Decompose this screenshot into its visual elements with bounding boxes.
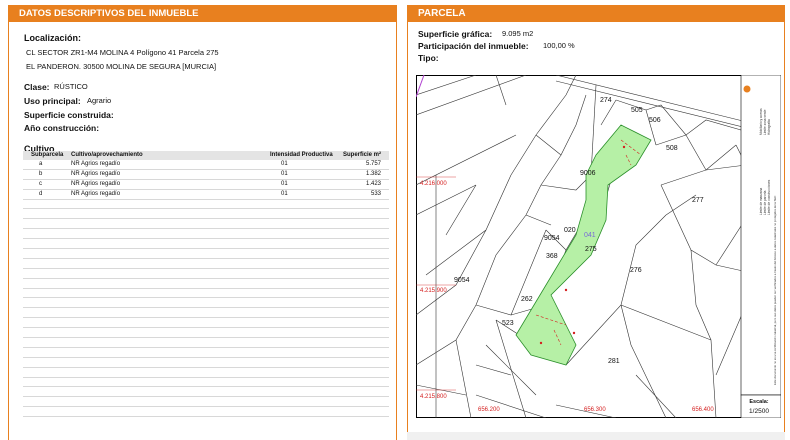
clase-value: RÚSTICO	[54, 82, 88, 91]
coord-x-label: 656.400	[692, 407, 714, 413]
escala-value: 1/2500	[749, 408, 769, 415]
empty-table-row	[23, 279, 389, 289]
escala-label: Escala:	[749, 399, 768, 405]
parcel-number: 275	[585, 246, 597, 253]
cell-intensidad: 01	[281, 190, 288, 197]
cell-cultivo: NR Agrios regadío	[71, 170, 121, 177]
parcel-number: 505	[631, 107, 643, 114]
empty-rows	[23, 200, 389, 418]
empty-table-row	[23, 308, 389, 319]
superficie-grafica-value: 9.095 m2	[502, 29, 534, 38]
table-row: c NR Agrios regadío 01 1.423	[23, 180, 389, 190]
coord-x-label: 656.300	[584, 407, 606, 413]
col-header-cultivo: Cultivo/aprovechamiento	[71, 152, 143, 158]
coord-x-label: 656.200	[478, 407, 500, 413]
descriptive-data-header: DATOS DESCRIPTIVOS DEL INMUEBLE	[9, 5, 396, 22]
parcel-number: 9006	[580, 170, 596, 177]
cell-subparcela: a	[39, 161, 43, 167]
cell-superficie: 533	[370, 190, 381, 197]
uso-principal-label: Uso principal:	[24, 96, 81, 106]
cell-cultivo: NR Agrios regadío	[71, 180, 121, 187]
empty-table-row	[23, 358, 389, 368]
empty-table-row	[23, 348, 389, 358]
cell-intensidad: 01	[281, 180, 288, 187]
empty-table-row	[23, 368, 389, 378]
participacion-value: 100,00 %	[543, 41, 575, 50]
parcel-number: 274	[600, 97, 612, 104]
cell-subparcela: d	[39, 190, 43, 197]
cell-subparcela: c	[39, 180, 42, 187]
empty-table-row	[23, 407, 389, 418]
empty-table-row	[23, 289, 389, 299]
uso-principal-value: Agrario	[87, 96, 112, 105]
cultivo-table-header: Subparcela Cultivo/aprovechamiento Inten…	[23, 151, 389, 160]
parcel-number: 523	[502, 320, 514, 327]
superficie-grafica-label: Superficie gráfica:	[418, 29, 493, 39]
cell-superficie: 1.382	[365, 170, 381, 177]
parcel-number: 508	[666, 145, 678, 152]
empty-table-row	[23, 338, 389, 348]
parcel-number: 506	[649, 117, 661, 124]
coord-y-label: 4.215.900	[420, 288, 447, 294]
empty-table-row	[23, 397, 389, 408]
parcel-number: 281	[608, 358, 620, 365]
empty-table-row	[23, 209, 389, 220]
cell-cultivo: NR Agrios regadío	[71, 161, 121, 167]
table-row: a NR Agrios regadío 01 5.757	[23, 160, 389, 170]
empty-table-row	[23, 200, 389, 210]
empty-table-row	[23, 219, 389, 230]
bottom-band	[407, 432, 785, 440]
cadastral-map: 274 505 506 508 9006 277 020 041 9054 27…	[416, 75, 781, 418]
cultivo-table: Subparcela Cultivo/aprovechamiento Inten…	[23, 151, 389, 418]
map-frame	[416, 75, 781, 418]
parcela-header: PARCELA	[408, 5, 784, 22]
empty-table-row	[23, 239, 389, 250]
legend-note: Este documento no es una certificación c…	[773, 196, 777, 385]
ano-construccion-label: Año construcción:	[24, 123, 100, 133]
address-line-2: EL PANDERON. 30500 MOLINA DE SEGURA [MUR…	[26, 62, 217, 71]
parcel-number: 277	[692, 197, 704, 204]
empty-table-row	[23, 387, 389, 398]
empty-table-row	[23, 229, 389, 240]
clase-label: Clase:	[24, 82, 50, 92]
superficie-construida-label: Superficie construida:	[24, 110, 114, 120]
parcel-number: 041	[584, 232, 596, 239]
parcel-number: 276	[630, 267, 642, 274]
cell-superficie: 5.757	[365, 161, 381, 167]
empty-table-row	[23, 249, 389, 259]
cell-cultivo: NR Agrios regadío	[71, 190, 121, 197]
parcel-number: 262	[521, 296, 533, 303]
parcel-number: 020	[564, 227, 576, 234]
parcela-panel: PARCELA Superficie gráfica: 9.095 m2 Par…	[407, 5, 785, 440]
cell-intensidad: 01	[281, 170, 288, 177]
tipo-label: Tipo:	[418, 53, 439, 63]
col-header-superficie: Superficie m²	[342, 152, 381, 158]
participacion-label: Participación del inmueble:	[418, 41, 529, 51]
localizacion-label: Localización:	[24, 33, 82, 43]
parcel-number: 368	[546, 253, 558, 260]
parcel-number: 9054	[544, 235, 560, 242]
col-header-subparcela: Subparcela	[31, 152, 64, 158]
legend-item: Hidrografía	[767, 119, 771, 135]
col-header-intensidad: Intensidad Productiva	[270, 152, 333, 158]
empty-table-row	[23, 298, 389, 309]
address-line-1: CL SECTOR ZR1-M4 MOLINA 4 Polígono 41 Pa…	[26, 48, 219, 57]
empty-table-row	[23, 378, 389, 388]
parcel-number: 9054	[454, 277, 470, 284]
coord-y-label: 4.216.000	[420, 181, 447, 187]
legend-item: Límite de construcciones	[767, 179, 771, 215]
table-row: b NR Agrios regadío 01 1.382	[23, 170, 389, 180]
empty-table-row	[23, 318, 389, 329]
catastro-logo	[743, 85, 751, 93]
cell-superficie: 1.423	[365, 180, 381, 187]
empty-table-row	[23, 259, 389, 269]
cell-subparcela: b	[39, 170, 43, 177]
table-row: d NR Agrios regadío 01 533	[23, 190, 389, 200]
coord-y-label: 4.215.800	[420, 394, 447, 400]
empty-table-row	[23, 328, 389, 339]
cell-intensidad: 01	[281, 161, 288, 167]
empty-table-row	[23, 269, 389, 279]
